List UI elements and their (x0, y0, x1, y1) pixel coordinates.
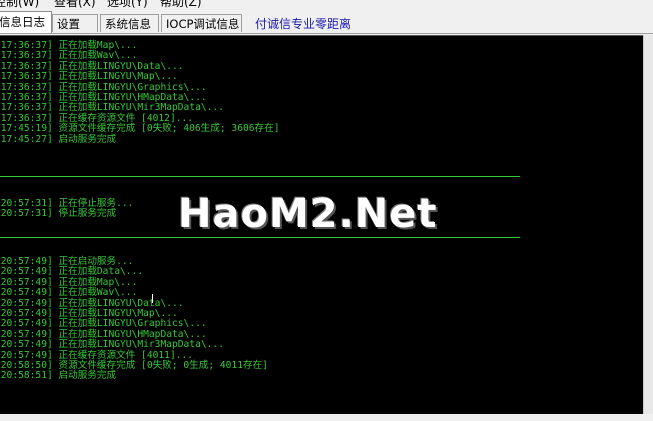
vertical-scrollbar[interactable] (643, 35, 653, 414)
tab-info-log[interactable]: 信息日志 (0, 11, 52, 33)
tab-bar: 信息日志 设置 系统信息 IOCP调试信息 付诚信专业零距离 (0, 8, 653, 34)
tab-system-info[interactable]: 系统信息 (100, 14, 159, 32)
log-line: [20:58:51] 启动服务完成 (0, 370, 117, 382)
tab-settings[interactable]: 设置 (52, 14, 98, 32)
log-line: [20:57:49] 正在缓存资源文件 [4011]... (0, 349, 194, 361)
log-line: [17:36:37] 正在加载LINGYU\Mir3MapData\... (0, 102, 224, 114)
log-line: [20:57:49] 正在加载LINGYU\Graphics\... (0, 318, 207, 330)
log-line: [17:45:27] 启动服务完成 (0, 133, 117, 145)
log-line: [17:45:19] 资源文件缓存完成 [0失败; 406生成; 3606存在] (0, 123, 280, 135)
log-line: [20:57:49] 正在加载LINGYU\Data\... (0, 297, 184, 309)
promo-link[interactable]: 付诚信专业零距离 (255, 15, 351, 32)
log-line: [17:36:37] 正在加载LINGYU\Graphics\... (0, 81, 207, 93)
menu-bar: 控制(W) 查看(X) 选项(Y) 帮助(Z) (0, 0, 653, 9)
log-separator (0, 176, 520, 177)
watermark-text: HaoM2.Net (178, 191, 438, 237)
log-line: [20:57:49] 正在加载Wav\... (0, 287, 138, 299)
tab-iocp-debug[interactable]: IOCP调试信息 (161, 14, 242, 32)
log-line: [20:57:31] 停止服务完成 (0, 208, 117, 220)
log-line: [20:57:49] 正在加载Data\... (0, 266, 144, 278)
log-line: [20:57:49] 正在加载LINGYU\Mir3MapData\... (0, 339, 224, 351)
log-line: [17:36:37] 正在加载Wav\... (0, 50, 138, 62)
log-separator (0, 237, 520, 238)
text-cursor (152, 294, 153, 303)
status-strip (0, 414, 653, 421)
tab-divider (0, 33, 653, 34)
log-console[interactable]: [17:36:37] 正在加载Map\... [17:36:37] 正在加载Wav… (0, 35, 643, 415)
log-line: [17:36:37] 正在加载LINGYU\Map\... (0, 71, 178, 83)
